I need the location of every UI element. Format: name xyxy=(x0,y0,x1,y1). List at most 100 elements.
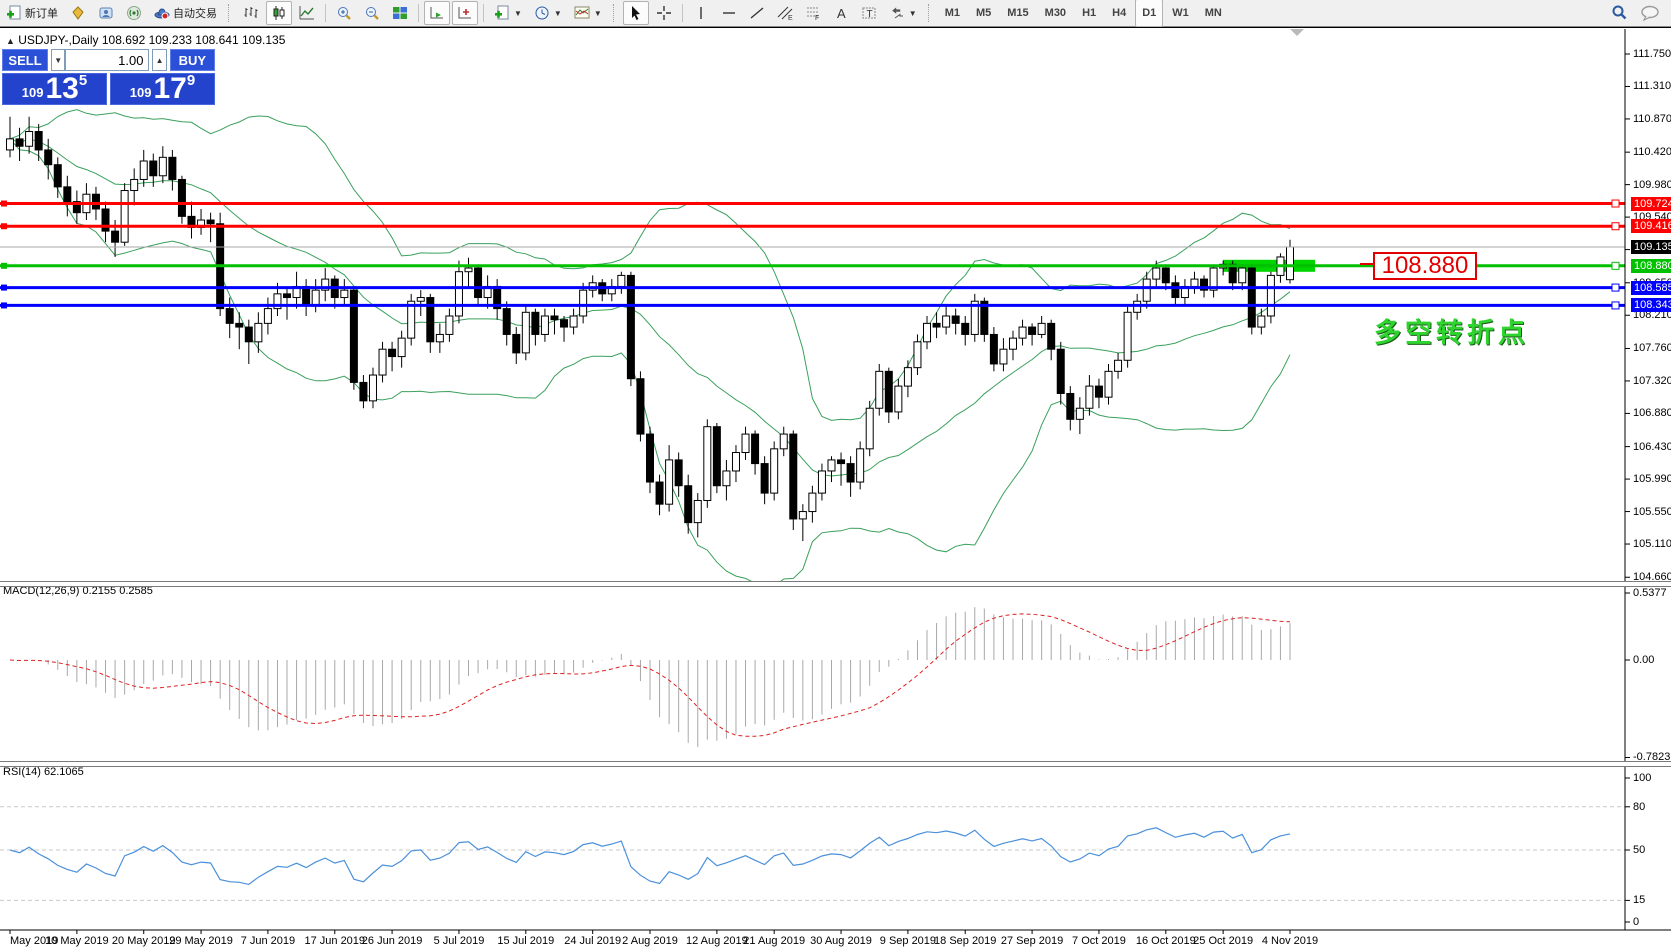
collapse-triangle-icon[interactable]: ▲ xyxy=(6,36,15,46)
date-axis-tick[interactable]: 29 May 2019 xyxy=(169,935,233,947)
new-order-button[interactable]: 新订单 xyxy=(1,1,63,25)
charm-icon xyxy=(70,5,86,21)
zoom-out-button[interactable] xyxy=(359,1,385,25)
volume-decrease-button[interactable]: ▼ xyxy=(51,49,65,71)
pane-separator[interactable] xyxy=(0,761,1671,767)
date-axis-tick[interactable]: 25 Oct 2019 xyxy=(1193,935,1253,947)
pane-separator[interactable] xyxy=(0,581,1671,587)
fibonacci-button[interactable]: F xyxy=(800,1,826,25)
line-handle[interactable] xyxy=(1612,223,1619,230)
current-price-badge: 109.135 xyxy=(1631,240,1671,254)
date-axis-tick[interactable]: 26 Jun 2019 xyxy=(362,935,423,947)
search-button[interactable] xyxy=(1605,1,1633,25)
line-handle[interactable] xyxy=(1612,200,1619,207)
timeframe-button-d1[interactable]: D1 xyxy=(1135,0,1163,27)
cursor-button[interactable] xyxy=(623,1,649,25)
line-chart-button[interactable] xyxy=(294,1,320,25)
date-axis-tick[interactable]: 17 Jun 2019 xyxy=(304,935,365,947)
new-chart-dropdown[interactable]: ▼ xyxy=(489,1,527,25)
shapes-dropdown[interactable]: ▼ xyxy=(884,1,922,25)
bull-candle xyxy=(1115,360,1122,371)
date-axis-tick[interactable]: 10 May 2019 xyxy=(45,935,109,947)
sell-price-big: 13 xyxy=(45,75,78,103)
zoom-in-button[interactable] xyxy=(331,1,357,25)
timeframe-button-m1[interactable]: M1 xyxy=(938,0,967,27)
line-handle[interactable] xyxy=(1,263,7,269)
text-button[interactable]: A xyxy=(828,1,854,25)
vertical-line-button[interactable] xyxy=(688,1,714,25)
sell-price-box[interactable]: 109 13 5 xyxy=(2,73,107,105)
timeframe-button-m30[interactable]: M30 xyxy=(1038,0,1073,27)
timeframe-button-h4[interactable]: H4 xyxy=(1105,0,1133,27)
channel-button[interactable]: E xyxy=(772,1,798,25)
profile-button[interactable] xyxy=(93,1,119,25)
rsi-line[interactable] xyxy=(10,828,1290,885)
date-axis-tick[interactable]: 20 May 2019 xyxy=(112,935,176,947)
text-icon: A xyxy=(833,5,849,21)
line-handle[interactable] xyxy=(1,285,7,291)
line-handle[interactable] xyxy=(1612,284,1619,291)
buy-price-box[interactable]: 109 17 9 xyxy=(110,73,215,105)
bollinger-middle[interactable] xyxy=(10,139,1290,476)
bear-candle xyxy=(675,460,682,486)
chart-shift-button[interactable] xyxy=(452,1,478,25)
indicators-dropdown[interactable]: ▼ xyxy=(569,1,607,25)
date-axis-tick[interactable]: 7 Oct 2019 xyxy=(1072,935,1126,947)
date-axis-tick[interactable]: 7 Jun 2019 xyxy=(241,935,295,947)
candlestick-series[interactable] xyxy=(7,117,1294,541)
date-axis-tick[interactable]: 4 Nov 2019 xyxy=(1262,935,1318,947)
timeframe-button-w1[interactable]: W1 xyxy=(1165,0,1196,27)
toolbar-separator xyxy=(483,4,484,22)
line-handle[interactable] xyxy=(1612,302,1619,309)
trendline-button[interactable] xyxy=(744,1,770,25)
line-handle[interactable] xyxy=(1612,262,1619,269)
date-axis-tick[interactable]: 9 Sep 2019 xyxy=(880,935,936,947)
bull-candle xyxy=(732,453,739,471)
bull-candle xyxy=(312,290,319,305)
crosshair-button[interactable] xyxy=(651,1,677,25)
candlestick-chart-button[interactable] xyxy=(266,1,292,25)
bull-candle xyxy=(26,131,33,146)
line-handle[interactable] xyxy=(1,201,7,207)
date-axis-tick[interactable]: 21 Aug 2019 xyxy=(743,935,805,947)
bull-candle xyxy=(522,312,529,353)
text-label-button[interactable]: T xyxy=(856,1,882,25)
auto-scroll-button[interactable] xyxy=(424,1,450,25)
timeframe-button-h1[interactable]: H1 xyxy=(1075,0,1103,27)
bull-candle xyxy=(7,139,14,150)
bollinger-lower[interactable] xyxy=(10,139,1290,590)
bear-candle xyxy=(1248,268,1255,327)
timeframe-button-mn[interactable]: MN xyxy=(1198,0,1229,27)
sell-button[interactable]: SELL xyxy=(2,49,48,71)
date-axis-tick[interactable]: 12 Aug 2019 xyxy=(686,935,748,947)
date-axis-tick[interactable]: 27 Sep 2019 xyxy=(1001,935,1063,947)
periods-dropdown[interactable]: ▼ xyxy=(529,1,567,25)
bear-candle xyxy=(761,464,768,494)
date-axis-tick[interactable]: 24 Jul 2019 xyxy=(564,935,621,947)
date-axis-tick[interactable]: 5 Jul 2019 xyxy=(434,935,485,947)
price-axis-tick: 105.990 xyxy=(1633,473,1671,485)
date-axis-tick[interactable]: 16 Oct 2019 xyxy=(1136,935,1196,947)
date-axis-tick[interactable]: 2 Aug 2019 xyxy=(622,935,678,947)
timeframe-button-m5[interactable]: M5 xyxy=(969,0,998,27)
volume-input[interactable] xyxy=(65,49,149,71)
autotrading-button[interactable]: 自动交易 xyxy=(149,1,222,25)
buy-button[interactable]: BUY xyxy=(170,49,215,71)
signals-button[interactable] xyxy=(121,1,147,25)
bar-chart-button[interactable] xyxy=(238,1,264,25)
date-axis-tick[interactable]: 18 Sep 2019 xyxy=(934,935,996,947)
chart-shift-marker[interactable] xyxy=(1290,29,1304,36)
timeframe-button-m15[interactable]: M15 xyxy=(1000,0,1035,27)
date-axis-tick[interactable]: 30 Aug 2019 xyxy=(810,935,872,947)
price-annotation-box[interactable]: 108.880 xyxy=(1373,252,1477,280)
date-axis-tick[interactable]: 15 Jul 2019 xyxy=(497,935,554,947)
chart-canvas[interactable] xyxy=(0,28,1671,951)
line-handle[interactable] xyxy=(1,223,7,229)
tile-windows-button[interactable] xyxy=(387,1,413,25)
charm-button[interactable] xyxy=(65,1,91,25)
chat-button[interactable] xyxy=(1635,1,1665,25)
turning-point-note[interactable]: 多空转折点 xyxy=(1374,311,1529,350)
horizontal-line-button[interactable] xyxy=(716,1,742,25)
line-handle[interactable] xyxy=(1,302,7,308)
volume-increase-button[interactable]: ▲ xyxy=(152,49,166,71)
